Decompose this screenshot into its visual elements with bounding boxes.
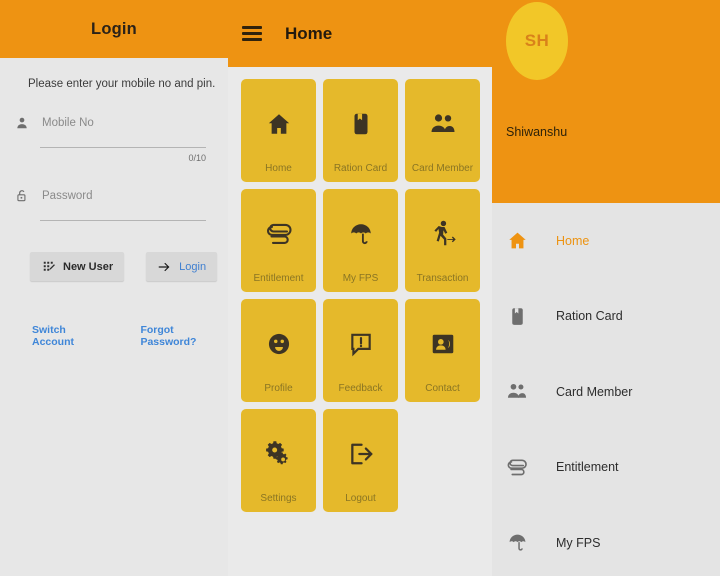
paperclip-icon — [264, 219, 294, 249]
arrow-right-icon — [157, 259, 172, 274]
keypad-icon — [41, 259, 56, 274]
logout-icon — [346, 439, 376, 469]
tile-label: Card Member — [411, 163, 474, 174]
login-title: Login — [91, 19, 137, 38]
tile-profile[interactable]: Profile — [241, 299, 316, 402]
tile-logout[interactable]: Logout — [323, 409, 398, 512]
password-field[interactable]: Password — [12, 185, 206, 221]
gears-icon — [264, 439, 294, 469]
sidebar-item-label: Card Member — [556, 384, 633, 399]
home-title: Home — [285, 23, 333, 43]
sidebar-item-ration-card[interactable]: Ration Card — [492, 279, 720, 355]
login-panel: Login Please enter your mobile no and pi… — [0, 0, 228, 576]
navigation-drawer: SH Shiwanshu Home Ration Card Card Membe… — [492, 0, 720, 576]
chat-alert-icon — [346, 329, 376, 359]
password-underline — [40, 220, 206, 221]
new-user-button[interactable]: New User — [30, 252, 125, 281]
switch-account-link[interactable]: Switch Account — [32, 324, 106, 348]
login-buttons-row: New User Login — [30, 252, 228, 281]
sidebar-item-label: Ration Card — [556, 309, 623, 324]
tile-label: Ration Card — [333, 163, 388, 174]
contact-card-icon — [428, 329, 458, 359]
tile-label: My FPS — [342, 273, 379, 284]
sidebar-item-label: Home — [556, 233, 590, 248]
mobile-no-counter: 0/10 — [188, 153, 206, 163]
umbrella-icon — [506, 532, 528, 554]
lock-icon — [14, 188, 30, 204]
tile-ration-card[interactable]: Ration Card — [323, 79, 398, 182]
tile-feedback[interactable]: Feedback — [323, 299, 398, 402]
avatar-initials: SH — [524, 31, 550, 50]
person-walking-icon — [428, 219, 458, 249]
sidebar-item-card-member[interactable]: Card Member — [492, 354, 720, 430]
person-icon — [14, 115, 30, 131]
tile-label: Transaction — [416, 273, 469, 284]
sidebar-item-home[interactable]: Home — [492, 203, 720, 279]
tile-transaction[interactable]: Transaction — [405, 189, 480, 292]
tile-my-fps[interactable]: My FPS — [323, 189, 398, 292]
tile-label: Contact — [425, 383, 460, 394]
tile-contact[interactable]: Contact — [405, 299, 480, 402]
tile-grid: Home Ration Card Card Member Entitlement… — [228, 67, 492, 512]
tile-label: Home — [265, 163, 292, 174]
people-icon — [506, 381, 528, 403]
app-root: Login Please enter your mobile no and pi… — [0, 0, 720, 576]
tile-label: Profile — [264, 383, 293, 394]
home-icon — [506, 230, 528, 252]
tile-settings[interactable]: Settings — [241, 409, 316, 512]
login-header: Login — [0, 0, 228, 58]
login-links-row: Switch Account Forgot Password? — [32, 324, 228, 348]
home-icon — [264, 109, 294, 139]
card-icon — [506, 305, 528, 327]
home-panel: Home Home Ration Card Card Member Entitl… — [228, 0, 492, 576]
tile-entitlement[interactable]: Entitlement — [241, 189, 316, 292]
drawer-header: SH Shiwanshu — [492, 0, 720, 203]
mobile-no-placeholder: Mobile No — [42, 117, 94, 129]
login-instruction-text: Please enter your mobile no and pin. — [28, 78, 216, 90]
paperclip-icon — [506, 456, 528, 478]
new-user-button-label: New User — [63, 260, 114, 273]
login-button-label: Login — [179, 260, 207, 273]
sidebar-item-my-fps[interactable]: My FPS — [492, 505, 720, 576]
sidebar-item-entitlement[interactable]: Entitlement — [492, 430, 720, 506]
mobile-no-underline — [40, 147, 206, 148]
tile-label: Feedback — [338, 383, 383, 394]
tile-home[interactable]: Home — [241, 79, 316, 182]
avatar[interactable]: SH — [506, 2, 568, 80]
tile-label: Logout — [345, 493, 376, 504]
mobile-no-field[interactable]: Mobile No 0/10 — [12, 112, 206, 163]
password-placeholder: Password — [42, 190, 93, 202]
umbrella-icon — [346, 219, 376, 249]
drawer-user-name: Shiwanshu — [506, 125, 568, 139]
profile-face-icon — [264, 329, 294, 359]
hamburger-icon[interactable] — [242, 26, 262, 41]
people-icon — [428, 109, 458, 139]
forgot-password-link[interactable]: Forgot Password? — [140, 324, 228, 348]
login-button[interactable]: Login — [146, 252, 218, 281]
sidebar-item-label: My FPS — [556, 535, 601, 550]
tile-label: Settings — [260, 493, 297, 504]
home-header: Home — [228, 0, 492, 67]
tile-label: Entitlement — [253, 273, 304, 284]
sidebar-item-label: Entitlement — [556, 460, 619, 475]
card-icon — [346, 109, 376, 139]
tile-card-member[interactable]: Card Member — [405, 79, 480, 182]
